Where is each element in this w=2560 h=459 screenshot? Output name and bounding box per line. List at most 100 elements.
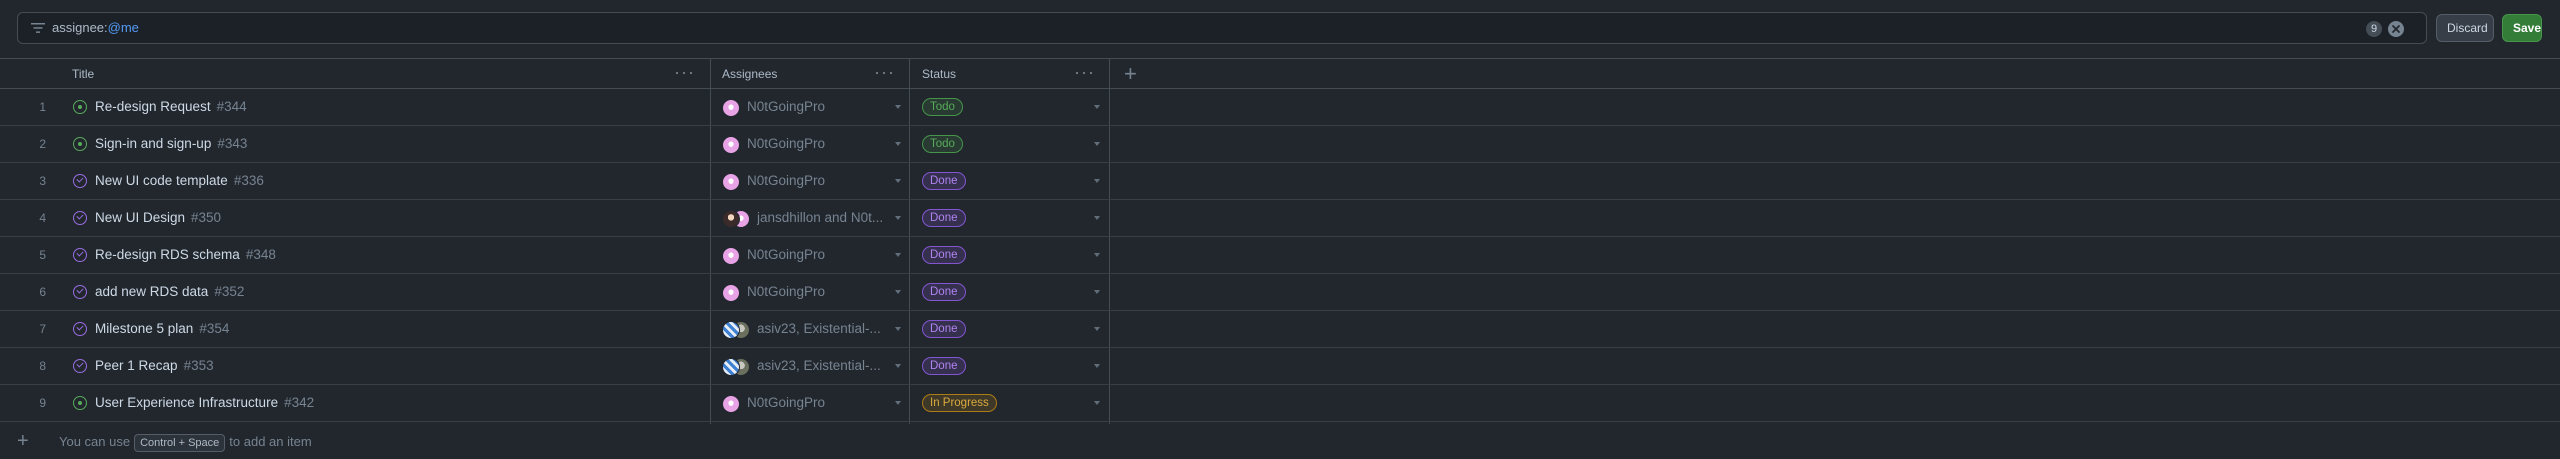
chevron-down-icon[interactable] [1094,290,1100,294]
clear-filter-icon[interactable] [2388,21,2404,37]
issue-title[interactable]: Peer 1 Recap #353 [95,348,214,384]
issue-title-text[interactable]: Milestone 5 plan [95,321,193,336]
status-badge[interactable]: Done [922,172,966,190]
filter-input[interactable]: assignee:@me 9 [17,12,2427,44]
issue-title-text[interactable]: Peer 1 Recap [95,358,178,373]
chevron-down-icon[interactable] [1094,142,1100,146]
assignee-name: N0tGoingPro [747,395,826,410]
issue-title[interactable]: Re-design RDS schema #348 [95,237,276,273]
issue-closed-icon [73,174,87,188]
add-item-row[interactable]: + You can use Control + Space to add an it… [0,424,2560,459]
discard-button[interactable]: Discard [2436,14,2494,42]
issue-title[interactable]: Re-design Request #344 [95,89,247,125]
issue-title-text[interactable]: Re-design RDS schema [95,247,240,262]
issue-title-text[interactable]: Re-design Request [95,99,211,114]
issue-title[interactable]: add new RDS data #352 [95,274,244,310]
issue-title-text[interactable]: Sign-in and sign-up [95,136,211,151]
avatar [722,321,740,339]
assignee-cell[interactable]: asiv23, Existential-... [722,311,902,347]
column-header-status[interactable]: Status [922,59,956,89]
table-row[interactable]: 2 Sign-in and sign-up #343 N0tGoingPro Todo [0,126,2560,163]
filter-icon [31,23,45,33]
row-number: 7 [39,322,46,336]
chevron-down-icon[interactable] [895,253,901,257]
status-badge[interactable]: Done [922,320,966,338]
issue-title-text[interactable]: New UI Design [95,210,185,225]
avatar [722,284,740,302]
table-row[interactable]: 8 Peer 1 Recap #353 asiv23, Existential-...… [0,348,2560,385]
assignee-cell[interactable]: N0tGoingPro [722,89,902,125]
issue-title[interactable]: User Experience Infrastructure #342 [95,385,314,421]
assignee-cell[interactable]: N0tGoingPro [722,274,902,310]
table-row[interactable]: 9 User Experience Infrastructure #342 N0tGo… [0,385,2560,422]
assignee-cell[interactable]: N0tGoingPro [722,385,902,421]
status-column-menu-icon[interactable]: ··· [1074,59,1095,89]
column-divider [909,59,910,89]
assignee-cell[interactable]: N0tGoingPro [722,163,902,199]
status-badge[interactable]: Done [922,246,966,264]
add-field-icon[interactable]: + [1124,59,1137,89]
avatar [722,136,740,154]
status-badge[interactable]: Done [922,283,966,301]
avatar [722,173,740,191]
issue-title-text[interactable]: User Experience Infrastructure [95,395,278,410]
row-number: 1 [39,100,46,114]
issue-title[interactable]: New UI code template #336 [95,163,264,199]
chevron-down-icon[interactable] [1094,179,1100,183]
filter-query[interactable]: assignee:@me [52,20,139,35]
status-badge[interactable]: Done [922,357,966,375]
issue-number: #350 [191,210,222,225]
column-header-title[interactable]: Title [72,59,94,89]
chevron-down-icon[interactable] [895,327,901,331]
issue-number: #343 [217,136,248,151]
assignee-cell[interactable]: N0tGoingPro [722,237,902,273]
issue-number: #344 [216,99,247,114]
assignee-cell[interactable]: asiv23, Existential-... [722,348,902,384]
table-row[interactable]: 7 Milestone 5 plan #354 asiv23, Existential… [0,311,2560,348]
issue-title[interactable]: Sign-in and sign-up #343 [95,126,247,162]
table-row[interactable]: 3 New UI code template #336 N0tGoingPro Done [0,163,2560,200]
status-badge[interactable]: In Progress [922,394,997,412]
save-button[interactable]: Save [2502,14,2542,42]
chevron-down-icon[interactable] [1094,253,1100,257]
issue-title[interactable]: Milestone 5 plan #354 [95,311,229,347]
chevron-down-icon[interactable] [1094,364,1100,368]
assignee-cell[interactable]: jansdhillon and N0t... [722,200,902,236]
chevron-down-icon[interactable] [895,105,901,109]
chevron-down-icon[interactable] [895,179,901,183]
table-row[interactable]: 4 New UI Design #350 jansdhillon and N0t...… [0,200,2560,237]
chevron-down-icon[interactable] [895,142,901,146]
column-header-assignees[interactable]: Assignees [722,59,777,89]
row-number: 8 [39,359,46,373]
chevron-down-icon[interactable] [1094,216,1100,220]
issue-closed-icon [73,285,87,299]
add-item-hint: You can use Control + Space to add an item [59,434,312,452]
chevron-down-icon[interactable] [895,290,901,294]
issue-title-text[interactable]: add new RDS data [95,284,208,299]
issue-title[interactable]: New UI Design #350 [95,200,221,236]
issue-number: #353 [183,358,214,373]
status-badge[interactable]: Todo [922,135,963,153]
row-number: 4 [39,211,46,225]
assignees-column-menu-icon[interactable]: ··· [874,59,895,89]
status-badge[interactable]: Done [922,209,966,227]
chevron-down-icon[interactable] [1094,327,1100,331]
chevron-down-icon[interactable] [895,364,901,368]
title-column-menu-icon[interactable]: ··· [674,59,695,89]
column-divider [710,59,711,89]
chevron-down-icon[interactable] [1094,401,1100,405]
issue-closed-icon [73,359,87,373]
table-row[interactable]: 1 Re-design Request #344 N0tGoingPro Todo [0,89,2560,126]
row-number: 3 [39,174,46,188]
chevron-down-icon[interactable] [895,216,901,220]
table-row[interactable]: 6 add new RDS data #352 N0tGoingPro Done [0,274,2560,311]
issue-number: #342 [284,395,315,410]
chevron-down-icon[interactable] [895,401,901,405]
chevron-down-icon[interactable] [1094,105,1100,109]
assignee-name: N0tGoingPro [747,247,826,262]
status-badge[interactable]: Todo [922,98,963,116]
issue-title-text[interactable]: New UI code template [95,173,228,188]
add-item-icon[interactable]: + [17,430,29,453]
assignee-cell[interactable]: N0tGoingPro [722,126,902,162]
table-row[interactable]: 5 Re-design RDS schema #348 N0tGoingPro Done [0,237,2560,274]
